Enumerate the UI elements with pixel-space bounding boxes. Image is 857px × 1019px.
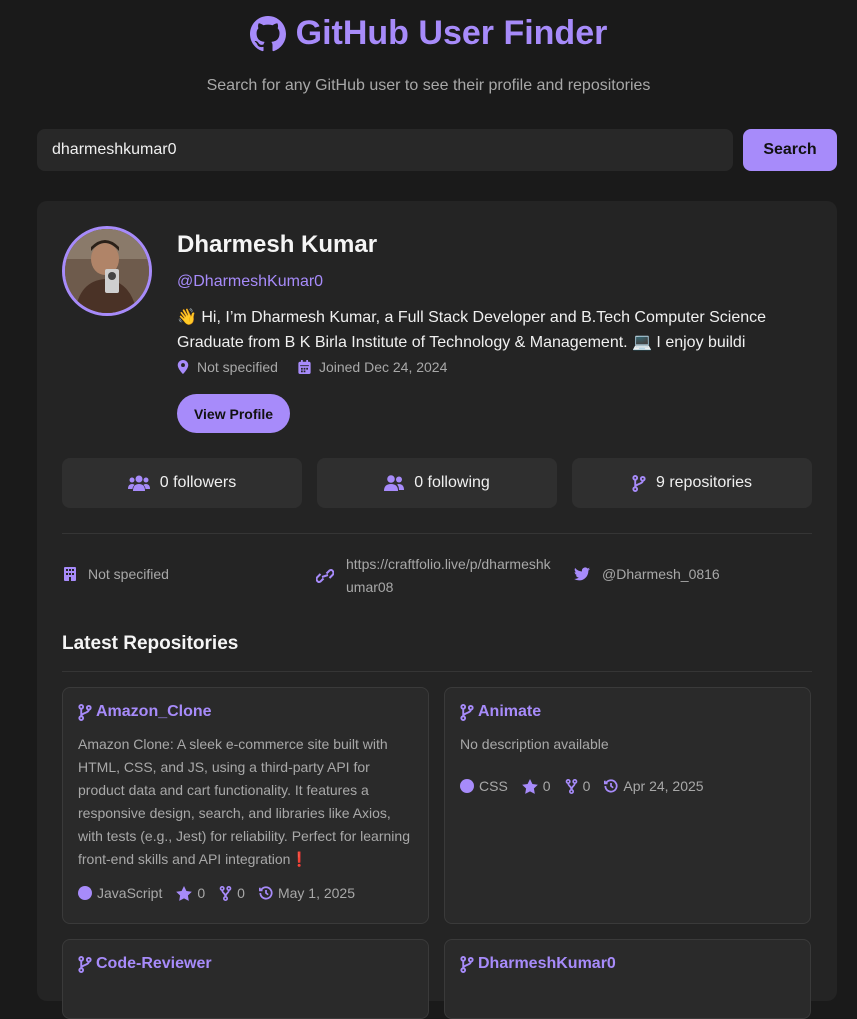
repo-forks-count: 0	[582, 778, 591, 794]
star-icon	[521, 778, 538, 794]
language-dot-icon	[460, 779, 474, 793]
profile-bio-line: Graduate from B K Birla Institute of Tec…	[177, 334, 746, 351]
app-subtitle: Search for any GitHub user to see their …	[206, 76, 651, 94]
profile-name: Dharmesh Kumar	[177, 231, 378, 258]
repo-meta: JavaScript 0 0 May 1, 2025	[78, 885, 413, 901]
twitter-handle[interactable]: @Dharmesh_0816	[602, 566, 720, 582]
code-branch-icon	[460, 703, 474, 721]
building-icon	[64, 567, 76, 581]
blog-url-line: https://craftfolio.live/p/dharmeshk	[346, 556, 551, 572]
blog-url-line: umar08	[346, 579, 394, 595]
repo-language-text: CSS	[479, 778, 508, 794]
code-branch-icon	[460, 955, 474, 973]
repo-language-text: JavaScript	[97, 885, 163, 901]
repo-stars: 0	[176, 885, 205, 901]
following-count: 0 following	[414, 474, 490, 491]
repo-updated: Apr 24, 2025	[604, 778, 704, 794]
company-text: Not specified	[88, 566, 169, 582]
repo-name[interactable]: Animate	[460, 703, 795, 721]
link-icon	[316, 569, 334, 583]
followers-stat: 0 followers	[62, 458, 302, 508]
company-link: Not specified	[64, 566, 169, 582]
repo-stars-count: 0	[542, 778, 551, 794]
stats-row: 0 followers 0 following 9 repositories	[62, 458, 812, 508]
fork-icon	[219, 885, 232, 901]
location-text: Not specified	[197, 359, 278, 375]
app-header: GitHub User Finder Search for any GitHub…	[0, 0, 857, 95]
search-input[interactable]	[37, 129, 733, 171]
profile-links: Not specified https://craftfolio.live/p/…	[62, 553, 812, 599]
repo-updated: May 1, 2025	[258, 885, 356, 901]
language-dot-icon	[78, 886, 92, 900]
search-bar: Search	[37, 129, 837, 171]
repositories-heading: Latest Repositories	[62, 633, 239, 654]
repo-description: Amazon Clone: A sleek e-commerce site bu…	[78, 736, 410, 867]
location-meta: Not specified	[177, 359, 278, 375]
repo-name[interactable]: Code-Reviewer	[78, 955, 413, 973]
search-button[interactable]: Search	[743, 129, 837, 171]
repo-meta: CSS 0 0 Apr 24, 2025	[460, 778, 795, 794]
repo-forks: 0	[565, 778, 591, 794]
followers-count: 0 followers	[159, 474, 237, 491]
joined-text: Joined Dec 24, 2024	[318, 359, 448, 375]
blog-url[interactable]: https://craftfolio.live/p/dharmeshk umar…	[346, 553, 558, 599]
repo-name-text[interactable]: Animate	[478, 703, 541, 721]
repo-description: No description available	[460, 736, 609, 752]
repo-name[interactable]: DharmeshKumar0	[460, 955, 795, 973]
repo-card[interactable]: DharmeshKumar0	[444, 939, 811, 1019]
history-icon	[604, 779, 618, 793]
repo-stars-count: 0	[197, 885, 206, 901]
repo-name-text[interactable]: DharmeshKumar0	[478, 955, 616, 973]
profile-bio: 👋 Hi, I’m Dharmesh Kumar, a Full Stack D…	[177, 305, 797, 355]
following-stat: 0 following	[317, 458, 557, 508]
fork-icon	[565, 778, 577, 794]
star-icon	[176, 885, 193, 901]
users-icon	[127, 475, 150, 491]
repo-stars: 0	[521, 778, 551, 794]
profile-bio-line: 👋 Hi, I’m Dharmesh Kumar, a Full Stack D…	[177, 309, 767, 326]
repositories-count: 9 repositories	[655, 474, 753, 491]
repo-name[interactable]: Amazon_Clone	[78, 703, 413, 721]
code-branch-icon	[78, 703, 92, 721]
divider	[62, 671, 812, 672]
app-title-text: GitHub User Finder	[295, 14, 608, 52]
history-icon	[258, 886, 273, 900]
twitter-icon	[574, 567, 590, 581]
repo-name-text[interactable]: Code-Reviewer	[96, 955, 212, 973]
repo-forks: 0	[219, 885, 245, 901]
joined-meta: Joined Dec 24, 2024	[298, 359, 447, 375]
repo-name-text[interactable]: Amazon_Clone	[96, 703, 212, 721]
user-friends-icon	[384, 475, 405, 491]
code-branch-icon	[632, 474, 646, 492]
profile-card: Dharmesh Kumar @DharmeshKumar0 👋 Hi, I’m…	[37, 201, 837, 1019]
repo-language: JavaScript	[78, 885, 162, 901]
app-title: GitHub User Finder	[249, 14, 608, 53]
avatar	[62, 226, 152, 316]
repo-language: CSS	[460, 778, 508, 794]
code-branch-icon	[78, 955, 92, 973]
profile-login[interactable]: @DharmeshKumar0	[177, 273, 323, 291]
github-icon	[249, 15, 286, 51]
twitter-link[interactable]: @Dharmesh_0816	[574, 566, 720, 582]
calendar-icon	[298, 360, 311, 374]
repo-forks-count: 0	[237, 885, 245, 901]
repo-card[interactable]: Amazon_Clone Amazon Clone: A sleek e-com…	[62, 687, 429, 924]
repo-updated-date: Apr 24, 2025	[623, 778, 704, 794]
profile-meta: Not specified Joined Dec 24, 2024	[177, 359, 447, 375]
repo-card[interactable]: Code-Reviewer	[62, 939, 429, 1019]
divider	[62, 533, 812, 534]
repositories-stat: 9 repositories	[572, 458, 812, 508]
map-marker-icon	[177, 360, 189, 374]
blog-link[interactable]: https://craftfolio.live/p/dharmeshk umar…	[316, 553, 558, 599]
view-profile-button[interactable]: View Profile	[177, 394, 290, 433]
repo-updated-date: May 1, 2025	[277, 885, 356, 901]
avatar-image	[65, 229, 149, 313]
repo-card[interactable]: Animate No description available CSS 0 0…	[444, 687, 811, 924]
